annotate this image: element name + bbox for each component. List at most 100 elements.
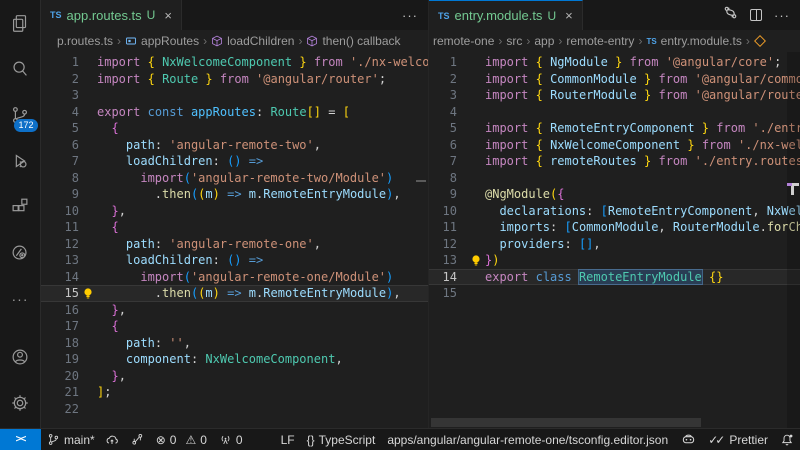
extensions-icon[interactable] (0, 184, 41, 230)
breadcrumb-item[interactable] (754, 35, 770, 47)
code-text: path: 'angular-remote-two', (97, 137, 428, 154)
code-line[interactable]: 13 loadChildren: () => (41, 252, 428, 269)
code-line[interactable]: 3 (41, 87, 428, 104)
class-symbol-icon (754, 35, 766, 47)
code-line[interactable]: 5import { RemoteEntryComponent } from '.… (429, 120, 800, 137)
line-number: 6 (41, 137, 79, 154)
code-line[interactable]: 20 }, (41, 368, 428, 385)
code-line[interactable]: 5 { (41, 120, 428, 137)
more-actions-icon[interactable]: ··· (774, 8, 790, 23)
more-activity-icon[interactable]: ··· (0, 276, 41, 322)
breadcrumb-item[interactable]: then() callback (306, 34, 400, 48)
tsconfig-item[interactable]: apps/angular/angular-remote-one/tsconfig… (381, 429, 674, 450)
code-line[interactable]: 15 (429, 285, 800, 302)
breadcrumb-label: loadChildren (227, 34, 294, 48)
editor-left[interactable]: 1import { NxWelcomeComponent } from './n… (41, 52, 428, 428)
code-line[interactable]: 15 .then((m) => m.RemoteEntryModule), (41, 285, 428, 302)
code-line[interactable]: 2import { CommonModule } from '@angular/… (429, 71, 800, 88)
breadcrumb-item[interactable]: loadChildren (211, 34, 294, 48)
horizontal-scrollbar[interactable] (431, 418, 701, 427)
code-line[interactable]: 19 component: NxWelcomeComponent, (41, 351, 428, 368)
breadcrumb-separator: › (554, 34, 566, 48)
open-changes-icon[interactable] (723, 5, 738, 25)
code-line[interactable]: 10 }, (41, 203, 428, 220)
source-control-icon[interactable]: 172 (0, 92, 41, 138)
code-line[interactable]: 7import { remoteRoutes } from './entry.r… (429, 153, 800, 170)
breadcrumb-item[interactable]: appRoutes (125, 34, 199, 48)
check-double-icon: ✓✓ (708, 433, 722, 447)
editor-group-left: TS app.routes.ts U × ··· p.routes.ts›app… (41, 0, 428, 428)
code-line[interactable]: 9@NgModule({ (429, 186, 800, 203)
code-line[interactable]: 3import { RouterModule } from '@angular/… (429, 87, 800, 104)
code-line[interactable]: 4export const appRoutes: Route[] = [ (41, 104, 428, 121)
line-number: 12 (41, 236, 79, 253)
problems-item[interactable]: ⊗ 0 ⚠ 0 (150, 429, 213, 450)
code-line[interactable]: 14export class RemoteEntryModule {} (429, 269, 800, 286)
settings-gear-icon[interactable] (0, 380, 41, 426)
nx-cloud-item[interactable] (125, 429, 150, 450)
code-line[interactable]: 4 (429, 104, 800, 121)
code-line[interactable]: 12 path: 'angular-remote-one', (41, 236, 428, 253)
tab-entry-module[interactable]: TS entry.module.ts U × (429, 0, 583, 30)
code-line[interactable]: 21]; (41, 384, 428, 401)
breadcrumb-item[interactable]: app (534, 34, 554, 48)
code-line[interactable]: 6 path: 'angular-remote-two', (41, 137, 428, 154)
breadcrumb-item[interactable]: remote-entry (566, 34, 634, 48)
scrollbar-gutter[interactable] (787, 52, 800, 428)
line-number: 15 (429, 285, 457, 302)
split-editor-icon[interactable] (750, 9, 762, 21)
code-line[interactable]: 12 providers: [], (429, 236, 800, 253)
line-number: 2 (429, 71, 457, 88)
code-line[interactable]: 9 .then((m) => m.RemoteEntryModule), (41, 186, 428, 203)
code-line[interactable]: 10 declarations: [RemoteEntryComponent, … (429, 203, 800, 220)
code-line[interactable]: 11 imports: [CommonModule, RouterModule.… (429, 219, 800, 236)
eol-item[interactable]: LF (275, 429, 301, 450)
run-debug-icon[interactable] (0, 138, 41, 184)
editor-area: TS app.routes.ts U × ··· p.routes.ts›app… (41, 0, 800, 428)
code-line[interactable]: 11 { (41, 219, 428, 236)
breadcrumb-item[interactable]: TSentry.module.ts (646, 34, 741, 48)
close-icon[interactable]: × (565, 8, 573, 23)
language-item[interactable]: {} TypeScript (301, 429, 382, 450)
breadcrumb-item[interactable]: p.routes.ts (57, 34, 113, 48)
line-number: 8 (429, 170, 457, 187)
scm-badge: 172 (14, 119, 37, 132)
code-line[interactable]: 8 (429, 170, 800, 187)
editor-right[interactable]: 1import { NgModule } from '@angular/core… (429, 52, 800, 428)
search-icon[interactable] (0, 46, 41, 92)
line-number: 15 (41, 285, 79, 302)
warning-count: 0 (200, 433, 207, 447)
breadcrumb-label: app (534, 34, 554, 48)
breadcrumb-item[interactable]: src (506, 34, 522, 48)
tab-app-routes[interactable]: TS app.routes.ts U × (41, 0, 182, 30)
nx-console-icon[interactable] (0, 230, 41, 276)
remote-indicator[interactable]: >< (0, 429, 41, 450)
code-line[interactable]: 18 path: '', (41, 335, 428, 352)
cube-symbol-icon (306, 35, 318, 47)
code-line[interactable]: 13}) (429, 252, 800, 269)
ts-symbol-icon: TS (646, 37, 656, 46)
code-line[interactable]: 22 (41, 401, 428, 418)
close-icon[interactable]: × (164, 8, 172, 23)
code-line[interactable]: 16 }, (41, 302, 428, 319)
git-branch-item[interactable]: main* (41, 429, 125, 450)
line-number: 2 (41, 71, 79, 88)
more-actions-icon[interactable]: ··· (402, 8, 418, 23)
code-line[interactable]: 17 { (41, 318, 428, 335)
code-line[interactable]: 1import { NxWelcomeComponent } from './n… (41, 54, 428, 71)
code-line[interactable]: 7 loadChildren: () => (41, 153, 428, 170)
code-text: import { NxWelcomeComponent } from './nx… (485, 137, 800, 154)
accounts-icon[interactable] (0, 334, 41, 380)
ports-item[interactable]: 0 (213, 429, 249, 450)
breadcrumb-item[interactable]: remote-one (433, 34, 494, 48)
code-line[interactable]: 14 import('angular-remote-one/Module') (41, 269, 428, 286)
code-line[interactable]: 2import { Route } from '@angular/router'… (41, 71, 428, 88)
copilot-item[interactable] (675, 429, 702, 450)
explorer-icon[interactable] (0, 0, 41, 46)
code-line[interactable]: 1import { NgModule } from '@angular/core… (429, 54, 800, 71)
code-line[interactable]: 6import { NxWelcomeComponent } from './n… (429, 137, 800, 154)
code-line[interactable]: 8 import('angular-remote-two/Module') (41, 170, 428, 187)
formatter-item[interactable]: ✓✓ Prettier (702, 429, 774, 450)
tab-bar-left: TS app.routes.ts U × ··· (41, 0, 428, 30)
notifications-item[interactable] (774, 429, 800, 450)
